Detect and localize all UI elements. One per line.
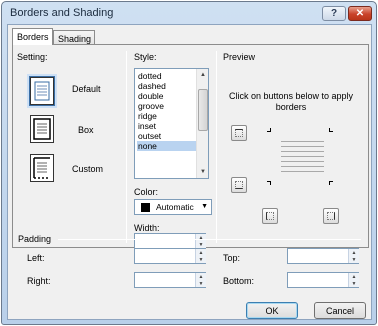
top-border-icon xyxy=(235,129,243,137)
list-item[interactable]: outset xyxy=(137,131,196,141)
bottom-border-icon xyxy=(235,181,243,189)
title-bar[interactable]: Borders and Shading ? ✕ xyxy=(2,2,376,24)
padding-top-spin-buttons: ▲ ▼ xyxy=(348,249,359,263)
list-item[interactable]: dotted xyxy=(137,71,196,81)
preview-corner-mark xyxy=(267,181,271,185)
setting-custom-label[interactable]: Custom xyxy=(72,164,103,174)
list-item[interactable]: groove xyxy=(137,101,196,111)
list-item[interactable]: dashed xyxy=(137,81,196,91)
preview-line xyxy=(281,156,324,157)
setting-box-label[interactable]: Box xyxy=(78,125,94,135)
preview-line xyxy=(281,146,324,147)
help-button[interactable]: ? xyxy=(322,6,346,21)
help-icon: ? xyxy=(330,8,338,19)
tab-shading-label: Shading xyxy=(58,33,92,44)
color-label: Color: xyxy=(134,187,159,197)
scroll-thumb[interactable] xyxy=(198,89,208,131)
preview-label: Preview xyxy=(223,52,256,62)
list-item-selected[interactable]: none xyxy=(137,141,196,151)
bottom-border-button[interactable] xyxy=(231,177,247,193)
default-page-icon xyxy=(34,81,50,101)
left-border-button[interactable] xyxy=(262,208,278,224)
dialog-body: Borders Shading Setting: Default Box Cus… xyxy=(7,24,372,320)
close-icon: ✕ xyxy=(355,8,365,19)
spin-up-icon[interactable]: ▲ xyxy=(349,273,359,280)
padding-left-stepper[interactable]: ▲ ▼ xyxy=(134,248,206,264)
dialog-title: Borders and Shading xyxy=(10,7,114,19)
spin-up-icon[interactable]: ▲ xyxy=(349,249,359,256)
left-border-icon xyxy=(266,212,274,220)
right-border-icon xyxy=(327,212,335,220)
chevron-down-icon: ▼ xyxy=(201,203,208,210)
close-button[interactable]: ✕ xyxy=(348,6,372,21)
tab-borders[interactable]: Borders xyxy=(12,28,53,45)
width-spin-buttons: ▲ ▼ xyxy=(195,234,206,248)
spin-down-icon[interactable]: ▼ xyxy=(196,256,206,263)
spin-down-icon[interactable]: ▼ xyxy=(349,256,359,263)
style-listbox[interactable]: dotted dashed double groove ridge inset … xyxy=(134,68,209,179)
padding-divider xyxy=(58,239,361,240)
spin-down-icon[interactable]: ▼ xyxy=(349,280,359,287)
padding-left-label: Left: xyxy=(27,253,45,263)
spin-up-icon[interactable]: ▲ xyxy=(196,249,206,256)
setting-box-icon[interactable] xyxy=(30,115,54,143)
color-value: Automatic xyxy=(156,202,194,212)
padding-label: Padding xyxy=(18,234,52,244)
color-swatch xyxy=(141,202,150,212)
ok-button-label: OK xyxy=(265,305,279,316)
tab-borders-label: Borders xyxy=(17,32,49,42)
padding-right-stepper[interactable]: ▲ ▼ xyxy=(134,272,206,288)
width-label: Width: xyxy=(134,223,160,233)
ok-button[interactable]: OK xyxy=(246,302,298,319)
padding-top-label: Top: xyxy=(223,253,241,263)
padding-top-stepper[interactable]: ▲ ▼ xyxy=(287,248,359,264)
preview-line xyxy=(281,151,324,152)
preview-line xyxy=(281,141,324,142)
preview-corner-mark xyxy=(329,181,333,185)
padding-bottom-label: Bottom: xyxy=(223,276,255,286)
preview-line xyxy=(281,161,324,162)
borders-and-shading-dialog: Borders and Shading ? ✕ Borders Shading … xyxy=(1,1,377,325)
setting-default-label[interactable]: Default xyxy=(72,84,101,94)
list-item[interactable]: ridge xyxy=(137,111,196,121)
setting-style-divider xyxy=(126,51,127,243)
top-border-button[interactable] xyxy=(231,125,247,141)
preview-line xyxy=(281,171,324,172)
padding-bottom-spin-buttons: ▲ ▼ xyxy=(348,273,359,287)
custom-page-icon xyxy=(33,157,50,179)
box-page-icon xyxy=(33,118,51,140)
setting-custom-icon[interactable] xyxy=(30,154,54,182)
padding-right-spin-buttons: ▲ ▼ xyxy=(195,273,206,287)
preview-instructions: Click on buttons below to apply borders xyxy=(228,91,354,112)
preview-corner-mark xyxy=(267,128,271,132)
scroll-up-icon[interactable]: ▲ xyxy=(198,70,208,80)
spin-down-icon[interactable]: ▼ xyxy=(196,280,206,287)
preview-corner-mark xyxy=(329,128,333,132)
padding-left-spin-buttons: ▲ ▼ xyxy=(195,249,206,263)
list-item[interactable]: inset xyxy=(137,121,196,131)
setting-default-icon[interactable] xyxy=(29,76,55,106)
color-dropdown[interactable]: Automatic ▼ xyxy=(134,199,212,215)
style-scrollbar[interactable]: ▲ ▼ xyxy=(196,69,208,178)
cancel-button[interactable]: Cancel xyxy=(314,302,366,319)
spin-down-icon[interactable]: ▼ xyxy=(196,241,206,248)
setting-label: Setting: xyxy=(17,52,48,62)
list-item[interactable]: double xyxy=(137,91,196,101)
spin-up-icon[interactable]: ▲ xyxy=(196,273,206,280)
style-preview-divider xyxy=(216,51,217,243)
cancel-button-label: Cancel xyxy=(325,305,354,316)
scroll-down-icon[interactable]: ▼ xyxy=(198,167,208,177)
style-label: Style: xyxy=(134,52,157,62)
width-stepper[interactable]: ▲ ▼ xyxy=(134,233,206,249)
preview-line xyxy=(281,166,324,167)
padding-bottom-stepper[interactable]: ▲ ▼ xyxy=(287,272,359,288)
padding-right-label: Right: xyxy=(27,276,51,286)
right-border-button[interactable] xyxy=(323,208,339,224)
